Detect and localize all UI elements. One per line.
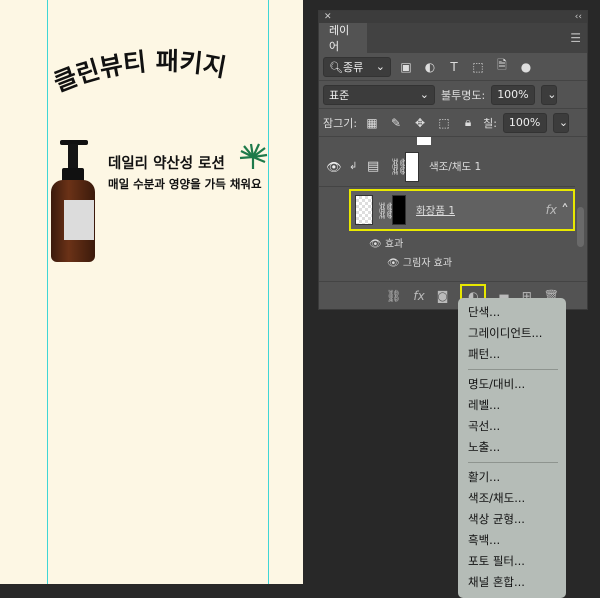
panel-menu-icon[interactable]: ☰	[570, 31, 587, 45]
menu-item-brightness-contrast[interactable]: 명도/대비...	[458, 374, 566, 395]
link-icon: ⛓︎	[376, 200, 397, 220]
menu-item-photo-filter[interactable]: 포토 필터...	[458, 551, 566, 572]
palm-leaf-icon	[239, 143, 268, 169]
type-filter-icon[interactable]: T	[445, 60, 463, 74]
layer-row-hue-saturation[interactable]: 👁︎ ↲ ▤ ⛓︎ 색조/채도 1	[319, 147, 575, 187]
collapse-effects-icon[interactable]: ˄	[557, 201, 573, 220]
menu-item-black-white[interactable]: 흑백...	[458, 530, 566, 551]
search-icon: 🔍︎	[329, 60, 343, 74]
filter-toggle[interactable]: ●	[517, 60, 535, 74]
effects-row[interactable]: 👁︎ 효과	[369, 235, 403, 250]
blend-mode-select[interactable]: 표준 ⌄	[323, 84, 435, 105]
fx-icon[interactable]: fx	[546, 203, 557, 217]
lock-move-icon[interactable]: ✥	[411, 116, 429, 130]
layer-thumbnail-partial	[417, 137, 431, 145]
layer-name[interactable]: 화장품 1	[416, 203, 546, 218]
menu-item-solid-color[interactable]: 단색...	[458, 302, 566, 323]
menu-item-gradient[interactable]: 그레이디언트...	[458, 323, 566, 344]
clip-arrow-icon: ↲	[349, 161, 358, 172]
opacity-dropdown[interactable]: ⌄	[541, 84, 558, 105]
link-layers-icon[interactable]: ⛓︎	[386, 289, 401, 303]
layer-mask-thumbnail	[392, 195, 406, 225]
layer-mask-thumbnail	[405, 151, 419, 182]
menu-item-curves[interactable]: 곡선...	[458, 416, 566, 437]
adjustment-menu: 단색... 그레이디언트... 패턴... 명도/대비... 레벨... 곡선.…	[458, 298, 566, 598]
eye-icon[interactable]: 👁︎	[369, 239, 385, 250]
scrollbar[interactable]	[577, 207, 584, 247]
menu-item-levels[interactable]: 레벨...	[458, 395, 566, 416]
menu-item-pattern[interactable]: 패턴...	[458, 344, 566, 365]
lock-all-icon[interactable]: 🔒︎	[459, 115, 477, 130]
menu-item-vibrance[interactable]: 활기...	[458, 467, 566, 488]
smart-object-filter-icon[interactable]: 🗎︎	[493, 56, 511, 77]
menu-item-color-balance[interactable]: 색상 균형...	[458, 509, 566, 530]
opacity-input[interactable]: 100%	[491, 84, 536, 105]
lock-artboard-icon[interactable]: ⬚	[435, 116, 453, 130]
image-filter-icon[interactable]: ▣	[397, 60, 415, 74]
eye-icon[interactable]: 👁︎	[319, 160, 349, 174]
layers-panel: ✕ ‹‹ 레이어 ☰ 🔍︎종류 ⌄ ▣ ◐ T ⬚ 🗎︎ ● 표준 ⌄ 불투명도: 10…	[318, 10, 588, 310]
add-style-icon[interactable]: fx	[413, 289, 424, 303]
fill-input[interactable]: 100%	[502, 112, 547, 133]
collapse-icon[interactable]: ‹‹	[575, 12, 582, 22]
chevron-down-icon: ⌄	[419, 88, 429, 101]
filter-kind-select[interactable]: 🔍︎종류 ⌄	[323, 56, 391, 77]
fill-dropdown[interactable]: ⌄	[552, 112, 569, 133]
menu-item-channel-mixer[interactable]: 채널 혼합...	[458, 572, 566, 593]
layer-row-cosmetic[interactable]: ⛓︎ 화장품 1 fx ˄	[349, 189, 575, 231]
product-name: 데일리 약산성 로션	[108, 156, 225, 172]
fill-label: 칠:	[483, 116, 497, 130]
tab-layers[interactable]: 레이어	[319, 23, 367, 53]
document-canvas[interactable]: 클린뷰티 패키지 데일리 약산성 로션 매일 수분과 영양을 가득 채워요	[0, 0, 303, 584]
menu-divider	[468, 462, 558, 463]
lock-brush-icon[interactable]: ✎	[387, 116, 405, 130]
add-mask-icon[interactable]: ◙	[437, 289, 449, 303]
eye-icon[interactable]: 👁︎	[387, 258, 403, 269]
drop-shadow-effect-row[interactable]: 👁︎ 그림자 효과	[387, 254, 452, 269]
lock-transparent-icon[interactable]: ▦	[363, 116, 381, 130]
link-icon: ⛓︎	[389, 157, 410, 176]
title-text: 클린뷰티 패키지	[50, 47, 229, 98]
svg-text:클린뷰티 패키지: 클린뷰티 패키지	[50, 47, 229, 98]
product-description: 매일 수분과 영양을 가득 채워요	[108, 177, 262, 191]
shape-filter-icon[interactable]: ⬚	[469, 60, 487, 74]
menu-item-exposure[interactable]: 노출...	[458, 437, 566, 458]
close-icon[interactable]: ✕	[324, 12, 332, 22]
lotion-bottle-image	[48, 140, 98, 262]
layer-thumbnail	[355, 195, 373, 225]
layers-list: 👁︎ ↲ ▤ ⛓︎ 색조/채도 1 ⛓︎ 화장품 1 fx ˄ 👁︎ 효과 👁︎…	[319, 137, 587, 287]
adjustment-thumbnail-icon: ▤	[367, 159, 380, 174]
chevron-down-icon: ⌄	[375, 60, 385, 73]
lock-label: 잠그기:	[323, 116, 358, 130]
menu-divider	[468, 369, 558, 370]
opacity-label: 불투명도:	[441, 88, 486, 102]
title-textpath: 클린뷰티 패키지	[50, 47, 229, 98]
layer-name[interactable]: 색조/채도 1	[429, 159, 481, 174]
menu-item-hue-saturation[interactable]: 색조/채도...	[458, 488, 566, 509]
adjustment-filter-icon[interactable]: ◐	[421, 60, 439, 74]
